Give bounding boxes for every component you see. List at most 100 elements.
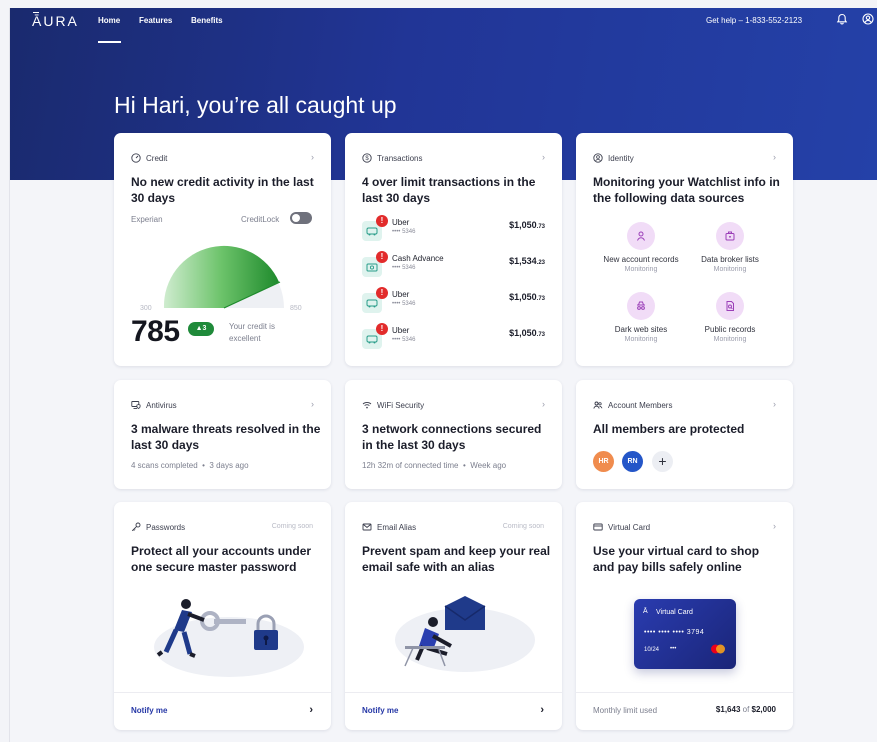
chevron-right-icon[interactable]: › xyxy=(773,152,776,162)
transaction-row[interactable]: ! Uber •••• 5346 $1,050.73 xyxy=(362,323,545,355)
dollar-icon: $ xyxy=(362,153,372,163)
alert-icon: ! xyxy=(376,323,388,335)
email-alias-header: Email Alias xyxy=(362,521,416,533)
wifi-security-card[interactable]: WiFi Security › 3 network connections se… xyxy=(345,380,562,489)
identity-header: Identity xyxy=(593,152,634,164)
notify-me-link[interactable]: Notify me xyxy=(362,706,398,715)
transactions-card[interactable]: $ Transactions › 4 over limit transactio… xyxy=(345,133,562,366)
gauge-max: 850 xyxy=(290,305,302,312)
wifi-label: WiFi Security xyxy=(377,400,425,410)
wifi-shield-icon xyxy=(362,402,372,409)
get-help-link[interactable]: Get help – 1-833-552-2123 xyxy=(706,16,802,25)
credit-header: Credit xyxy=(131,152,167,164)
transaction-card-number: •••• 5346 xyxy=(392,229,416,235)
nav-home[interactable]: Home xyxy=(98,16,120,25)
virtual-card-name: Virtual Card xyxy=(656,609,693,616)
transaction-card-number: •••• 5346 xyxy=(392,301,416,307)
score-change-badge: ▲3 xyxy=(188,322,214,336)
antivirus-label: Antivirus xyxy=(146,400,177,410)
alert-icon: ! xyxy=(376,287,388,299)
data-source-dark-web-sites[interactable]: Dark web sites Monitoring xyxy=(591,292,691,343)
chevron-right-icon[interactable]: › xyxy=(773,399,776,409)
transaction-amount: $1,534.23 xyxy=(509,256,545,266)
virtual-card-header: Virtual Card xyxy=(593,521,650,533)
chevron-right-icon[interactable]: › xyxy=(540,704,544,716)
wifi-summary: 12h 32m of connected time • Week ago xyxy=(362,461,507,470)
document-search-icon xyxy=(716,292,744,320)
virtual-card-card[interactable]: Virtual Card › Use your virtual card to … xyxy=(576,502,793,730)
data-source-data-broker-lists[interactable]: Data broker lists Monitoring xyxy=(680,222,780,273)
chevron-right-icon[interactable]: › xyxy=(542,152,545,162)
transactions-title: 4 over limit transactions in the last 30… xyxy=(362,175,536,205)
person-circle-icon xyxy=(593,153,603,163)
transaction-merchant: Uber xyxy=(392,290,410,299)
wifi-title: 3 network connections secured in the las… xyxy=(362,422,542,452)
chevron-right-icon[interactable]: › xyxy=(311,152,314,162)
add-member-button[interactable]: + xyxy=(652,451,673,472)
alert-icon: ! xyxy=(376,215,388,227)
credit-score: 785 xyxy=(131,315,180,348)
members-header: Account Members xyxy=(593,399,672,411)
chevron-right-icon[interactable]: › xyxy=(773,521,776,531)
transaction-card-number: •••• 5346 xyxy=(392,265,416,271)
creditlock-label: CreditLock xyxy=(241,215,280,224)
email-alias-card[interactable]: Email Alias Coming soon Prevent spam and… xyxy=(345,502,562,730)
credit-bureau: Experian xyxy=(131,215,163,224)
virtual-card-footer: Monthly limit used $1,643 of $2,000 xyxy=(576,692,793,730)
nav-features[interactable]: Features xyxy=(139,16,172,25)
identity-card[interactable]: Identity › Monitoring your Watchlist inf… xyxy=(576,133,793,366)
monitor-shield-icon xyxy=(131,401,141,409)
credit-label: Credit xyxy=(146,153,168,163)
passwords-label: Passwords xyxy=(146,522,186,532)
passwords-header: Passwords xyxy=(131,521,185,533)
transaction-row[interactable]: ! Uber •••• 5346 $1,050.73 xyxy=(362,215,545,247)
key-illustration xyxy=(154,599,304,677)
creditlock-toggle[interactable] xyxy=(290,212,312,224)
passwords-card[interactable]: Passwords Coming soon Protect all your a… xyxy=(114,502,331,730)
active-nav-indicator xyxy=(98,41,121,43)
transaction-card-number: •••• 5346 xyxy=(392,337,416,343)
virtual-card-title: Use your virtual card to shop and pay bi… xyxy=(593,544,760,574)
avatar[interactable]: RN xyxy=(622,451,643,472)
wifi-header: WiFi Security xyxy=(362,399,424,411)
antivirus-title: 3 malware threats resolved in the last 3… xyxy=(131,422,321,452)
chevron-right-icon[interactable]: › xyxy=(311,399,314,409)
transaction-merchant: Cash Advance xyxy=(392,254,444,263)
data-source-new-account-records[interactable]: New account records Monitoring xyxy=(591,222,691,273)
avatar[interactable]: HR xyxy=(593,451,614,472)
email-alias-label: Email Alias xyxy=(377,522,417,532)
data-source-public-records[interactable]: Public records Monitoring xyxy=(680,292,780,343)
credit-status: Your credit is excellent xyxy=(229,322,275,343)
bell-icon[interactable] xyxy=(836,13,848,25)
email-illustration xyxy=(395,596,535,672)
mastercard-icon xyxy=(711,644,725,654)
account-members-card[interactable]: Account Members › All members are protec… xyxy=(576,380,793,489)
chevron-right-icon[interactable]: › xyxy=(309,704,313,716)
virtual-card-expiry: 10/24 xyxy=(644,647,660,653)
monthly-limit-value: $1,643 of $2,000 xyxy=(715,705,776,714)
chevron-right-icon[interactable]: › xyxy=(542,399,545,409)
aura-mark-icon: Ā xyxy=(643,608,648,615)
transaction-amount: $1,050.73 xyxy=(509,220,545,230)
key-icon xyxy=(131,522,141,532)
antivirus-card[interactable]: Antivirus › 3 malware threats resolved i… xyxy=(114,380,331,489)
account-icon[interactable] xyxy=(862,13,874,25)
alert-icon: ! xyxy=(376,251,388,263)
envelope-icon xyxy=(362,523,372,531)
credit-title: No new credit activity in the last 30 da… xyxy=(131,175,314,205)
transaction-merchant: Uber xyxy=(392,326,410,335)
credit-card[interactable]: Credit › No new credit activity in the l… xyxy=(114,133,331,366)
transaction-row[interactable]: ! Cash Advance •••• 5346 $1,534.23 xyxy=(362,251,545,283)
passwords-title: Protect all your accounts under one secu… xyxy=(131,544,312,574)
notify-me-link[interactable]: Notify me xyxy=(131,706,167,715)
transaction-amount: $1,050.73 xyxy=(509,328,545,338)
transaction-row[interactable]: ! Uber •••• 5346 $1,050.73 xyxy=(362,287,545,319)
spy-icon xyxy=(627,292,655,320)
identity-title: Monitoring your Watchlist info in the fo… xyxy=(593,175,780,205)
people-icon xyxy=(593,401,603,409)
members-label: Account Members xyxy=(608,400,673,410)
aura-logo[interactable]: ĀURA xyxy=(32,13,79,29)
nav-benefits[interactable]: Benefits xyxy=(191,16,223,25)
credit-gauge xyxy=(163,245,284,309)
transactions-header: $ Transactions xyxy=(362,152,423,164)
